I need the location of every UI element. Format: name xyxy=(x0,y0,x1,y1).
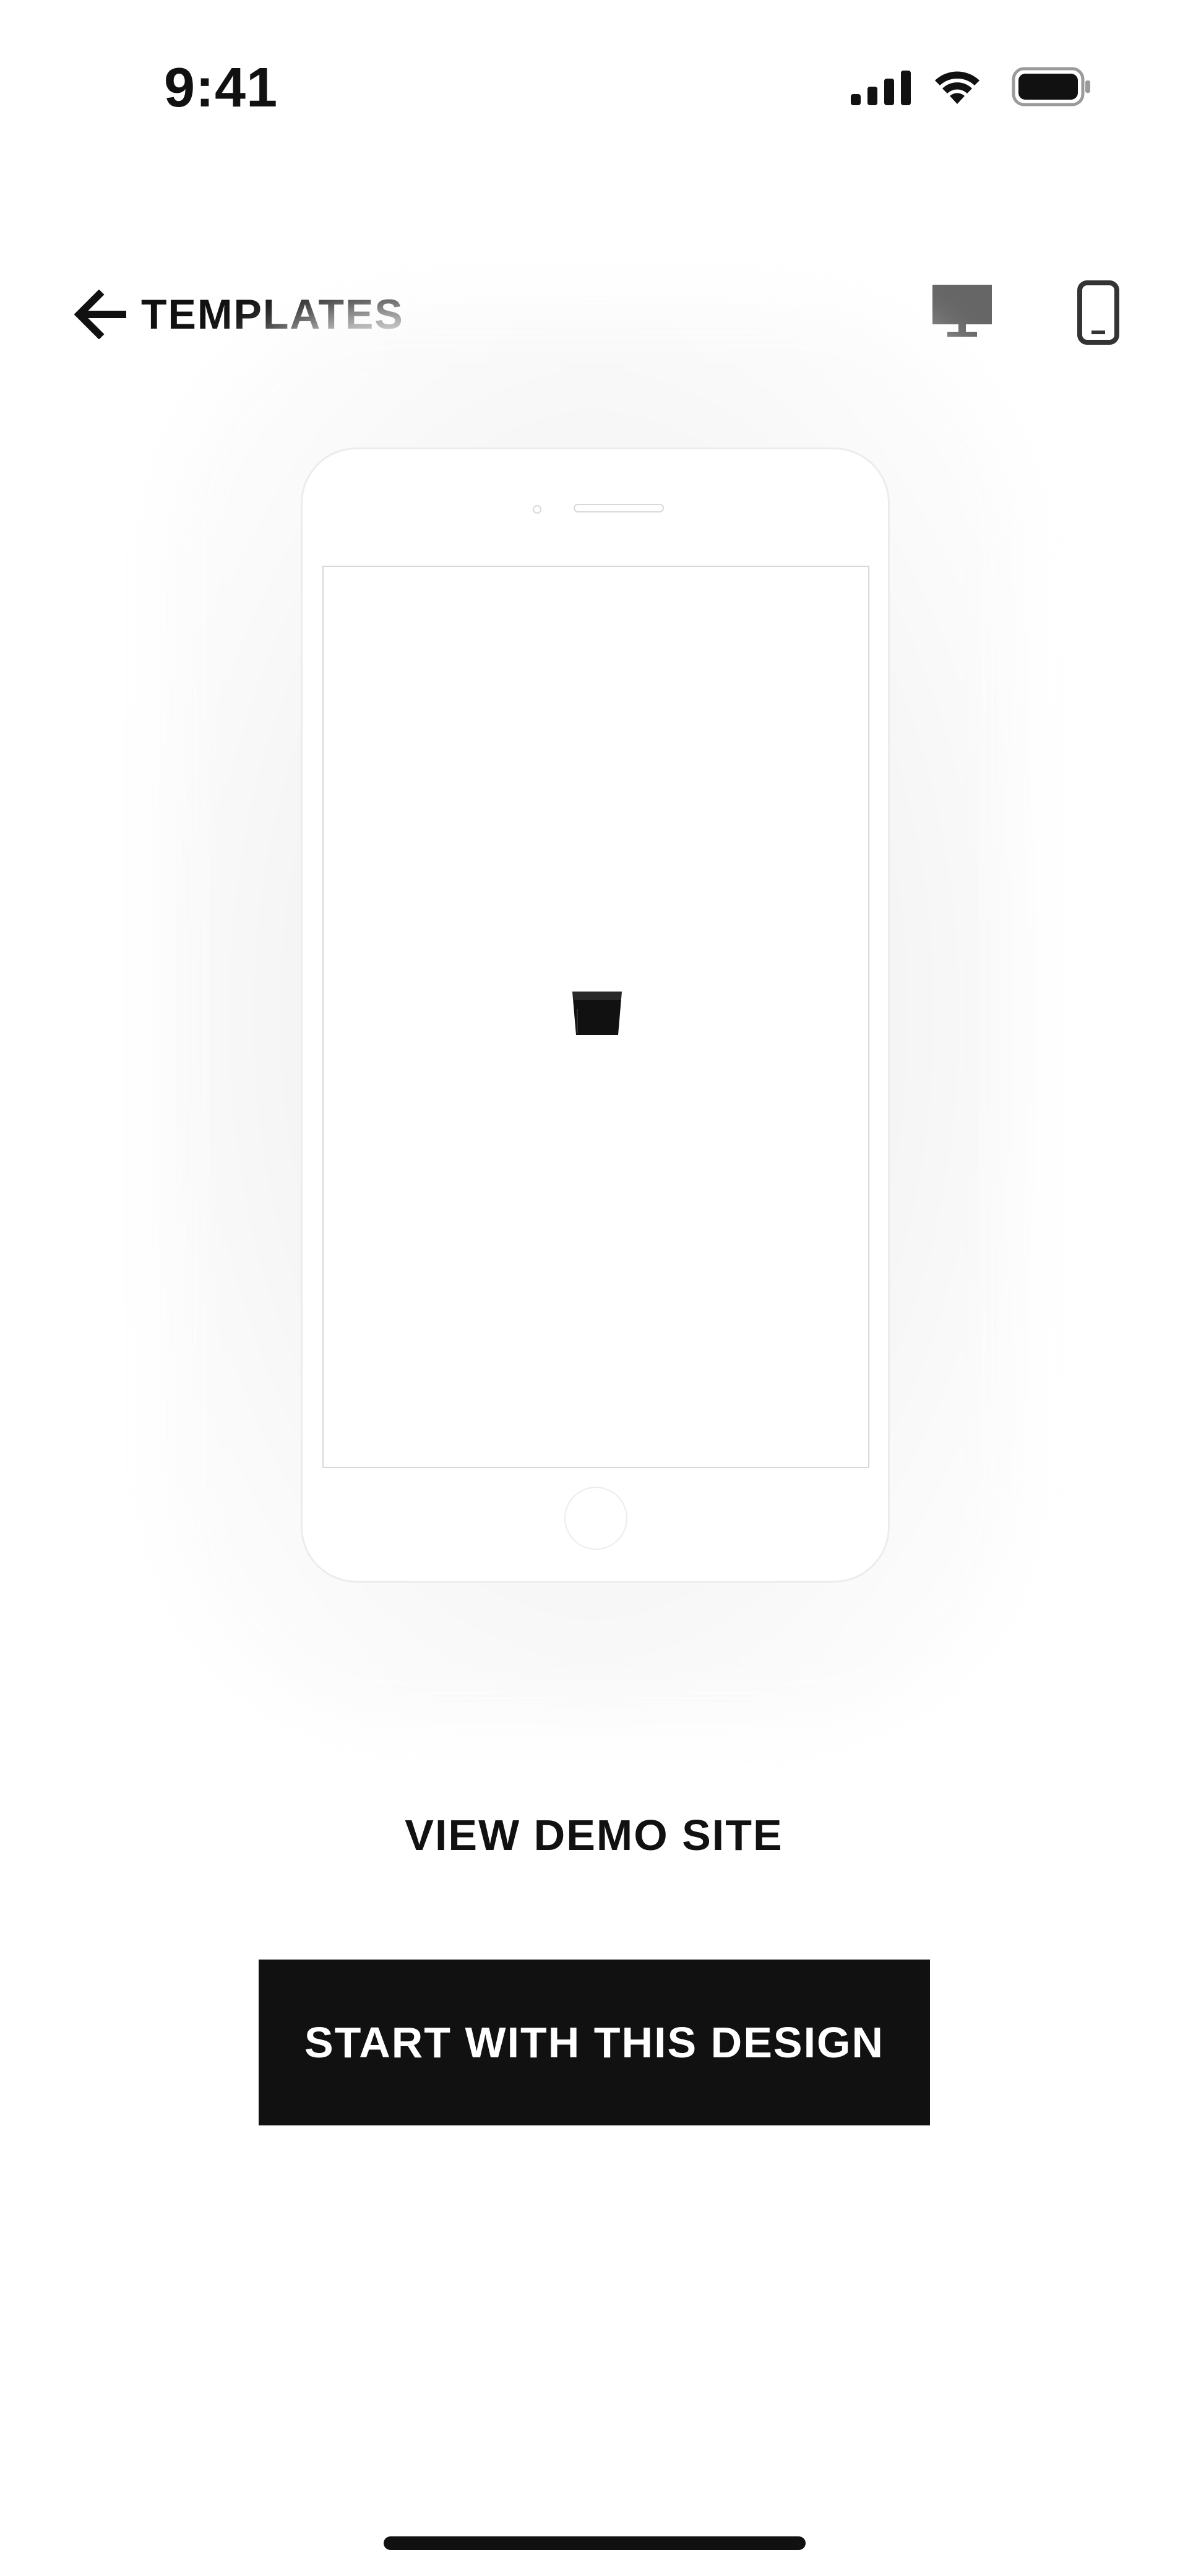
phone-preview-screen[interactable] xyxy=(322,566,869,1468)
wifi-icon xyxy=(935,71,979,104)
phone-speaker xyxy=(574,504,664,512)
phone-camera xyxy=(533,505,541,514)
desktop-monitor-icon xyxy=(932,285,992,337)
status-icons xyxy=(851,62,1092,111)
start-with-this-design-button[interactable]: START WITH THIS DESIGN xyxy=(259,1960,930,2125)
mobile-phone-icon xyxy=(1077,280,1119,345)
phone-home-button xyxy=(564,1487,627,1550)
home-indicator xyxy=(384,2536,806,2550)
status-time: 9:41 xyxy=(164,57,278,119)
desktop-view-toggle[interactable] xyxy=(922,272,1002,353)
view-demo-site-link[interactable]: VIEW DEMO SITE xyxy=(0,1807,1188,1863)
phone-preview-frame xyxy=(301,447,890,1583)
cellular-signal-icon xyxy=(851,71,911,105)
loading-icon xyxy=(572,992,622,1035)
arrow-left-icon xyxy=(74,290,126,339)
battery-icon xyxy=(1012,67,1090,106)
mobile-view-toggle[interactable] xyxy=(1058,272,1138,353)
